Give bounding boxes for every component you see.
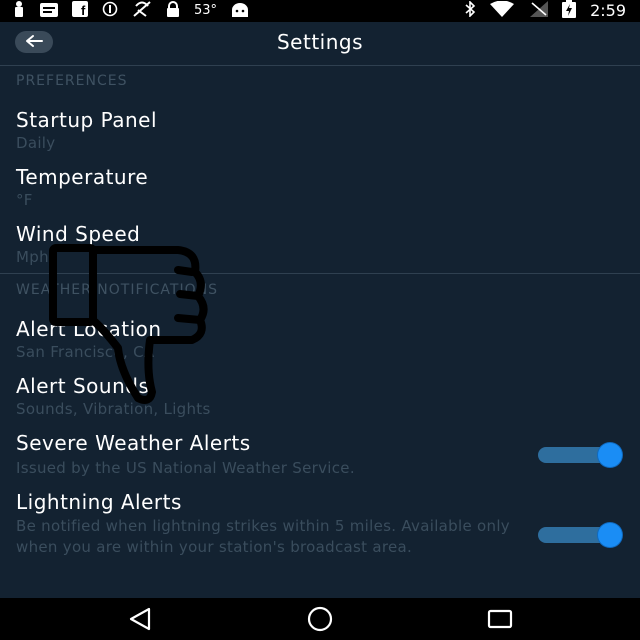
status-bar: f 53° 2:59: [0, 0, 640, 22]
nav-home-button[interactable]: [306, 606, 334, 632]
section-header-preferences: PREFERENCES: [16, 73, 128, 89]
toolbar: Settings: [0, 22, 640, 64]
setting-title: Alert Location: [16, 317, 162, 341]
status-bar-left: f 53°: [12, 0, 249, 22]
android-icon: [231, 2, 249, 21]
divider: [0, 273, 640, 274]
setting-value: °F: [16, 191, 33, 209]
setting-value: Issued by the US National Weather Servic…: [16, 459, 355, 477]
setting-value: Sounds, Vibration, Lights: [16, 400, 211, 418]
divider: [0, 65, 640, 66]
navigation-bar: [0, 598, 640, 640]
lightning-alerts-toggle[interactable]: [534, 521, 626, 547]
setting-value: Be notified when lightning strikes withi…: [16, 517, 510, 556]
no-sim-icon: [528, 1, 549, 21]
page-title: Settings: [276, 30, 364, 54]
wifi-icon: [490, 0, 515, 21]
sync-icon: [102, 1, 118, 21]
setting-value: San Francisco, CA: [16, 343, 155, 361]
lock-icon: [166, 1, 180, 21]
battery-charging-icon: [562, 0, 577, 22]
home-circle-icon: [306, 606, 334, 636]
toggle-thumb: [598, 523, 622, 547]
setting-title: Startup Panel: [16, 108, 158, 132]
back-triangle-icon: [127, 607, 155, 636]
severe-weather-toggle[interactable]: [534, 441, 626, 467]
no-signal-icon: [132, 0, 152, 22]
nav-back-button[interactable]: [127, 606, 155, 632]
status-time: 2:59: [590, 1, 626, 20]
setting-value: Daily: [16, 134, 56, 152]
message-icon: [40, 2, 58, 21]
recents-square-icon: [486, 609, 514, 636]
svg-text:f: f: [81, 3, 86, 17]
setting-title: Temperature: [16, 165, 149, 189]
bluetooth-icon: [464, 0, 476, 21]
section-header-notifications: WEATHER NOTIFICATIONS: [16, 282, 218, 298]
toggle-thumb: [598, 443, 622, 467]
setting-title: Lightning Alerts: [16, 490, 182, 514]
setting-title: Severe Weather Alerts: [16, 431, 251, 455]
status-bar-right: 2:59: [464, 0, 626, 22]
figure-icon: [12, 1, 26, 21]
nav-recents-button[interactable]: [486, 606, 514, 632]
setting-title: Alert Sounds: [16, 374, 150, 398]
setting-title: Wind Speed: [16, 222, 141, 246]
temperature-text: 53°: [194, 3, 218, 18]
facebook-icon: f: [72, 1, 88, 21]
setting-value: Mph: [16, 248, 49, 266]
